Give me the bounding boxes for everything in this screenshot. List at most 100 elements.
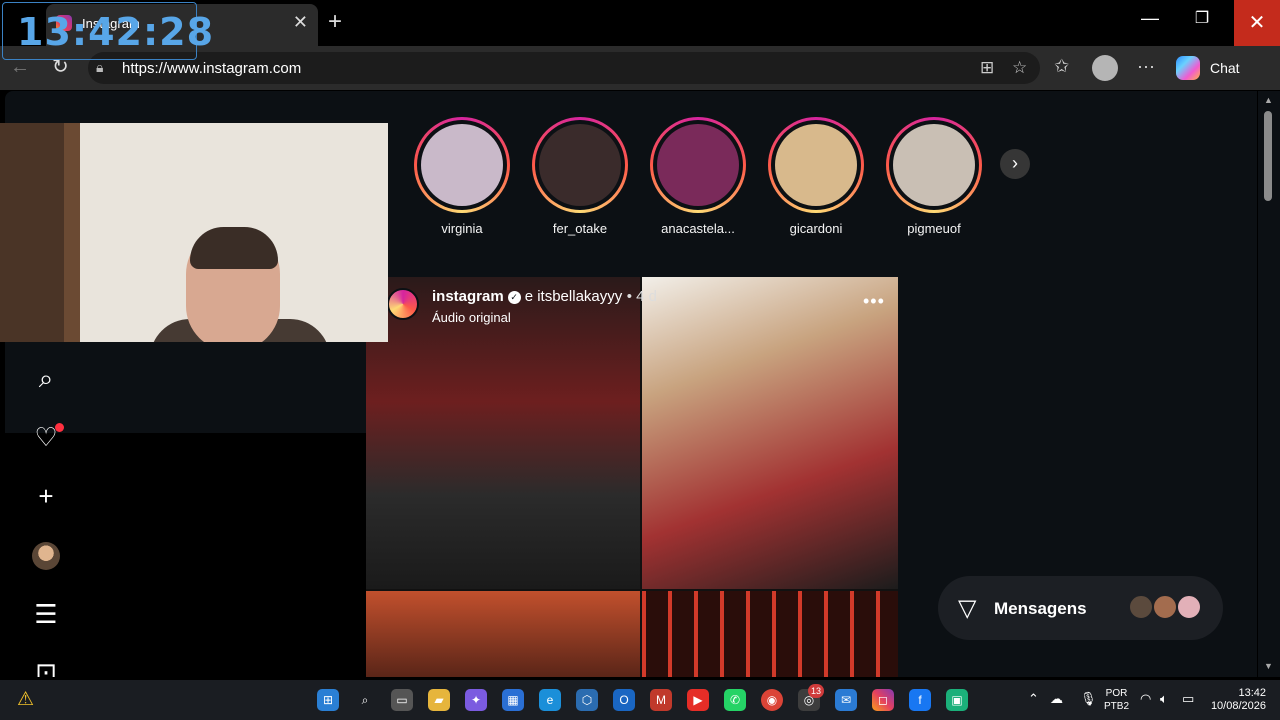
more-apps-icon[interactable]: ⊡ xyxy=(31,657,61,677)
scroll-up-icon[interactable]: ▲ xyxy=(1264,95,1273,105)
favorite-star-icon[interactable]: ☆ xyxy=(1012,58,1027,78)
story-ring xyxy=(886,117,982,213)
story-avatar xyxy=(657,124,739,206)
messages-avatar xyxy=(1176,594,1202,620)
post-image-tile xyxy=(366,591,640,677)
copilot-icon[interactable] xyxy=(1176,56,1200,80)
page-scrollbar[interactable]: ▲ ▼ xyxy=(1258,91,1280,677)
window-restore-icon[interactable]: ❐ xyxy=(1190,8,1214,36)
messages-button[interactable]: ▽ Mensagens xyxy=(938,576,1223,640)
story-item[interactable]: pigmeuof xyxy=(884,117,984,236)
windows-taskbar: ⚠ ⊞ ⌕ ▭ ▰ ✦ ▦ e ⬡ O M ▶ ✆ ◉ ◎ 13 ✉ ◻ f ▣… xyxy=(0,680,1280,720)
story-username: anacastela... xyxy=(661,221,735,236)
copilot-taskbar-icon[interactable]: ✦ xyxy=(465,689,487,711)
webcam-door xyxy=(64,123,80,342)
create-plus-icon[interactable]: + xyxy=(31,481,61,511)
show-hidden-icons-chevron-icon[interactable]: ⌃ xyxy=(1028,691,1039,707)
new-tab-plus-icon[interactable]: + xyxy=(328,8,342,36)
microphone-icon[interactable]: 🎙︎ xyxy=(1080,691,1097,707)
warning-icon[interactable]: ⚠ xyxy=(17,688,34,711)
story-username: fer_otake xyxy=(552,221,608,236)
story-item[interactable]: fer_otake xyxy=(530,117,630,236)
stories-next-chevron-icon[interactable]: › xyxy=(1000,149,1030,179)
post-audio[interactable]: Áudio original xyxy=(432,310,657,325)
messages-avatar xyxy=(1128,594,1154,620)
clock-overlay: 13:42:28 xyxy=(2,2,213,60)
story-username: gicardoni xyxy=(789,221,843,236)
notification-dot xyxy=(55,423,64,432)
battery-icon[interactable]: ▭ xyxy=(1182,691,1194,707)
wifi-icon[interactable]: ◠ xyxy=(1140,691,1151,707)
story-ring xyxy=(414,117,510,213)
post-image-tile xyxy=(642,591,898,677)
start-windows-icon[interactable]: ⊞ xyxy=(317,689,339,711)
system-clock[interactable]: 13:42 10/08/2026 xyxy=(1210,687,1266,713)
post-image-tile xyxy=(642,277,898,589)
post-username[interactable]: instagram xyxy=(432,288,504,305)
story-avatar xyxy=(893,124,975,206)
messages-label: Mensagens xyxy=(994,599,1087,618)
system-time: 13:42 xyxy=(1238,687,1266,699)
favorites-icon[interactable]: ✩ xyxy=(1054,56,1069,77)
input-language-indicator[interactable]: POR PTB2 xyxy=(1104,687,1129,713)
profile-avatar[interactable] xyxy=(32,542,60,570)
instagram-taskbar-icon[interactable]: ◻ xyxy=(872,689,894,711)
story-username: virginia xyxy=(441,221,483,236)
post-author-avatar[interactable] xyxy=(387,288,419,320)
system-date: 10/08/2026 xyxy=(1210,700,1266,712)
scroll-thumb[interactable] xyxy=(1264,111,1272,201)
webcam-overlay xyxy=(0,123,388,342)
app-icon[interactable]: ⬡ xyxy=(576,689,598,711)
webcam-person-hair xyxy=(190,227,278,269)
address-bar[interactable]: 🔒︎ https://www.instagram.com ⊞ ☆ xyxy=(88,52,1040,84)
mcafee-icon[interactable]: M xyxy=(650,689,672,711)
file-explorer-icon[interactable]: ▰ xyxy=(428,689,450,711)
post-media[interactable] xyxy=(366,277,898,677)
chat-button[interactable]: Chat xyxy=(1210,60,1240,76)
story-item[interactable]: gicardoni xyxy=(766,117,866,236)
post-header: instagram ✓ e itsbellakayyy • 4 d Áudio or… xyxy=(432,288,657,325)
youtube-icon[interactable]: ▶ xyxy=(687,689,709,711)
post-collaborator[interactable]: e itsbellakayyy xyxy=(525,288,623,305)
story-ring xyxy=(650,117,746,213)
window-close-icon[interactable]: ✕ xyxy=(1234,0,1280,46)
app-available-icon[interactable]: ⊞ xyxy=(980,58,994,78)
search-icon[interactable]: ⌕ xyxy=(31,363,61,393)
post-time: • 4 d xyxy=(626,288,657,305)
story-ring xyxy=(532,117,628,213)
outlook-icon[interactable]: O xyxy=(613,689,635,711)
messages-avatar xyxy=(1152,594,1178,620)
verified-badge-icon: ✓ xyxy=(507,291,521,304)
profile-avatar[interactable] xyxy=(1092,55,1118,81)
tab-close-icon[interactable]: ✕ xyxy=(293,12,308,33)
app-icon-green[interactable]: ▣ xyxy=(946,689,968,711)
scroll-down-icon[interactable]: ▼ xyxy=(1264,661,1273,671)
keyboard-layout: PTB2 xyxy=(1104,701,1130,712)
onedrive-cloud-icon[interactable]: ☁ xyxy=(1050,691,1063,707)
store-icon[interactable]: ▦ xyxy=(502,689,524,711)
facebook-icon[interactable]: f xyxy=(909,689,931,711)
window-minimize-icon[interactable]: — xyxy=(1138,8,1162,36)
story-avatar xyxy=(421,124,503,206)
story-item[interactable]: anacastela... xyxy=(648,117,748,236)
lock-icon[interactable]: 🔒︎ xyxy=(96,59,103,76)
story-item[interactable]: virginia xyxy=(412,117,512,236)
more-options-icon[interactable]: ··· xyxy=(1137,56,1155,77)
task-view-icon[interactable]: ▭ xyxy=(391,689,413,711)
story-ring xyxy=(768,117,864,213)
menu-hamburger-icon[interactable]: ☰ xyxy=(31,599,61,629)
mail-icon[interactable]: ✉ xyxy=(835,689,857,711)
volume-icon[interactable]: 🔈︎ xyxy=(1160,691,1168,707)
taskbar-search-icon[interactable]: ⌕ xyxy=(354,689,376,711)
language-code: POR xyxy=(1105,688,1128,699)
edge-browser-icon[interactable]: e xyxy=(539,689,561,711)
notification-count-badge: 13 xyxy=(808,684,824,698)
screen: Instagram ✕ + — ❐ ✕ 13:42:28 ← ↻ 🔒︎ http… xyxy=(0,0,1280,720)
story-avatar xyxy=(539,124,621,206)
whatsapp-icon[interactable]: ✆ xyxy=(724,689,746,711)
post-more-options-icon[interactable]: ••• xyxy=(863,291,885,312)
chrome-icon[interactable]: ◉ xyxy=(761,689,783,711)
story-username: pigmeuof xyxy=(907,221,961,236)
send-direct-icon: ▽ xyxy=(958,595,977,622)
url-text[interactable]: https://www.instagram.com xyxy=(122,60,301,77)
